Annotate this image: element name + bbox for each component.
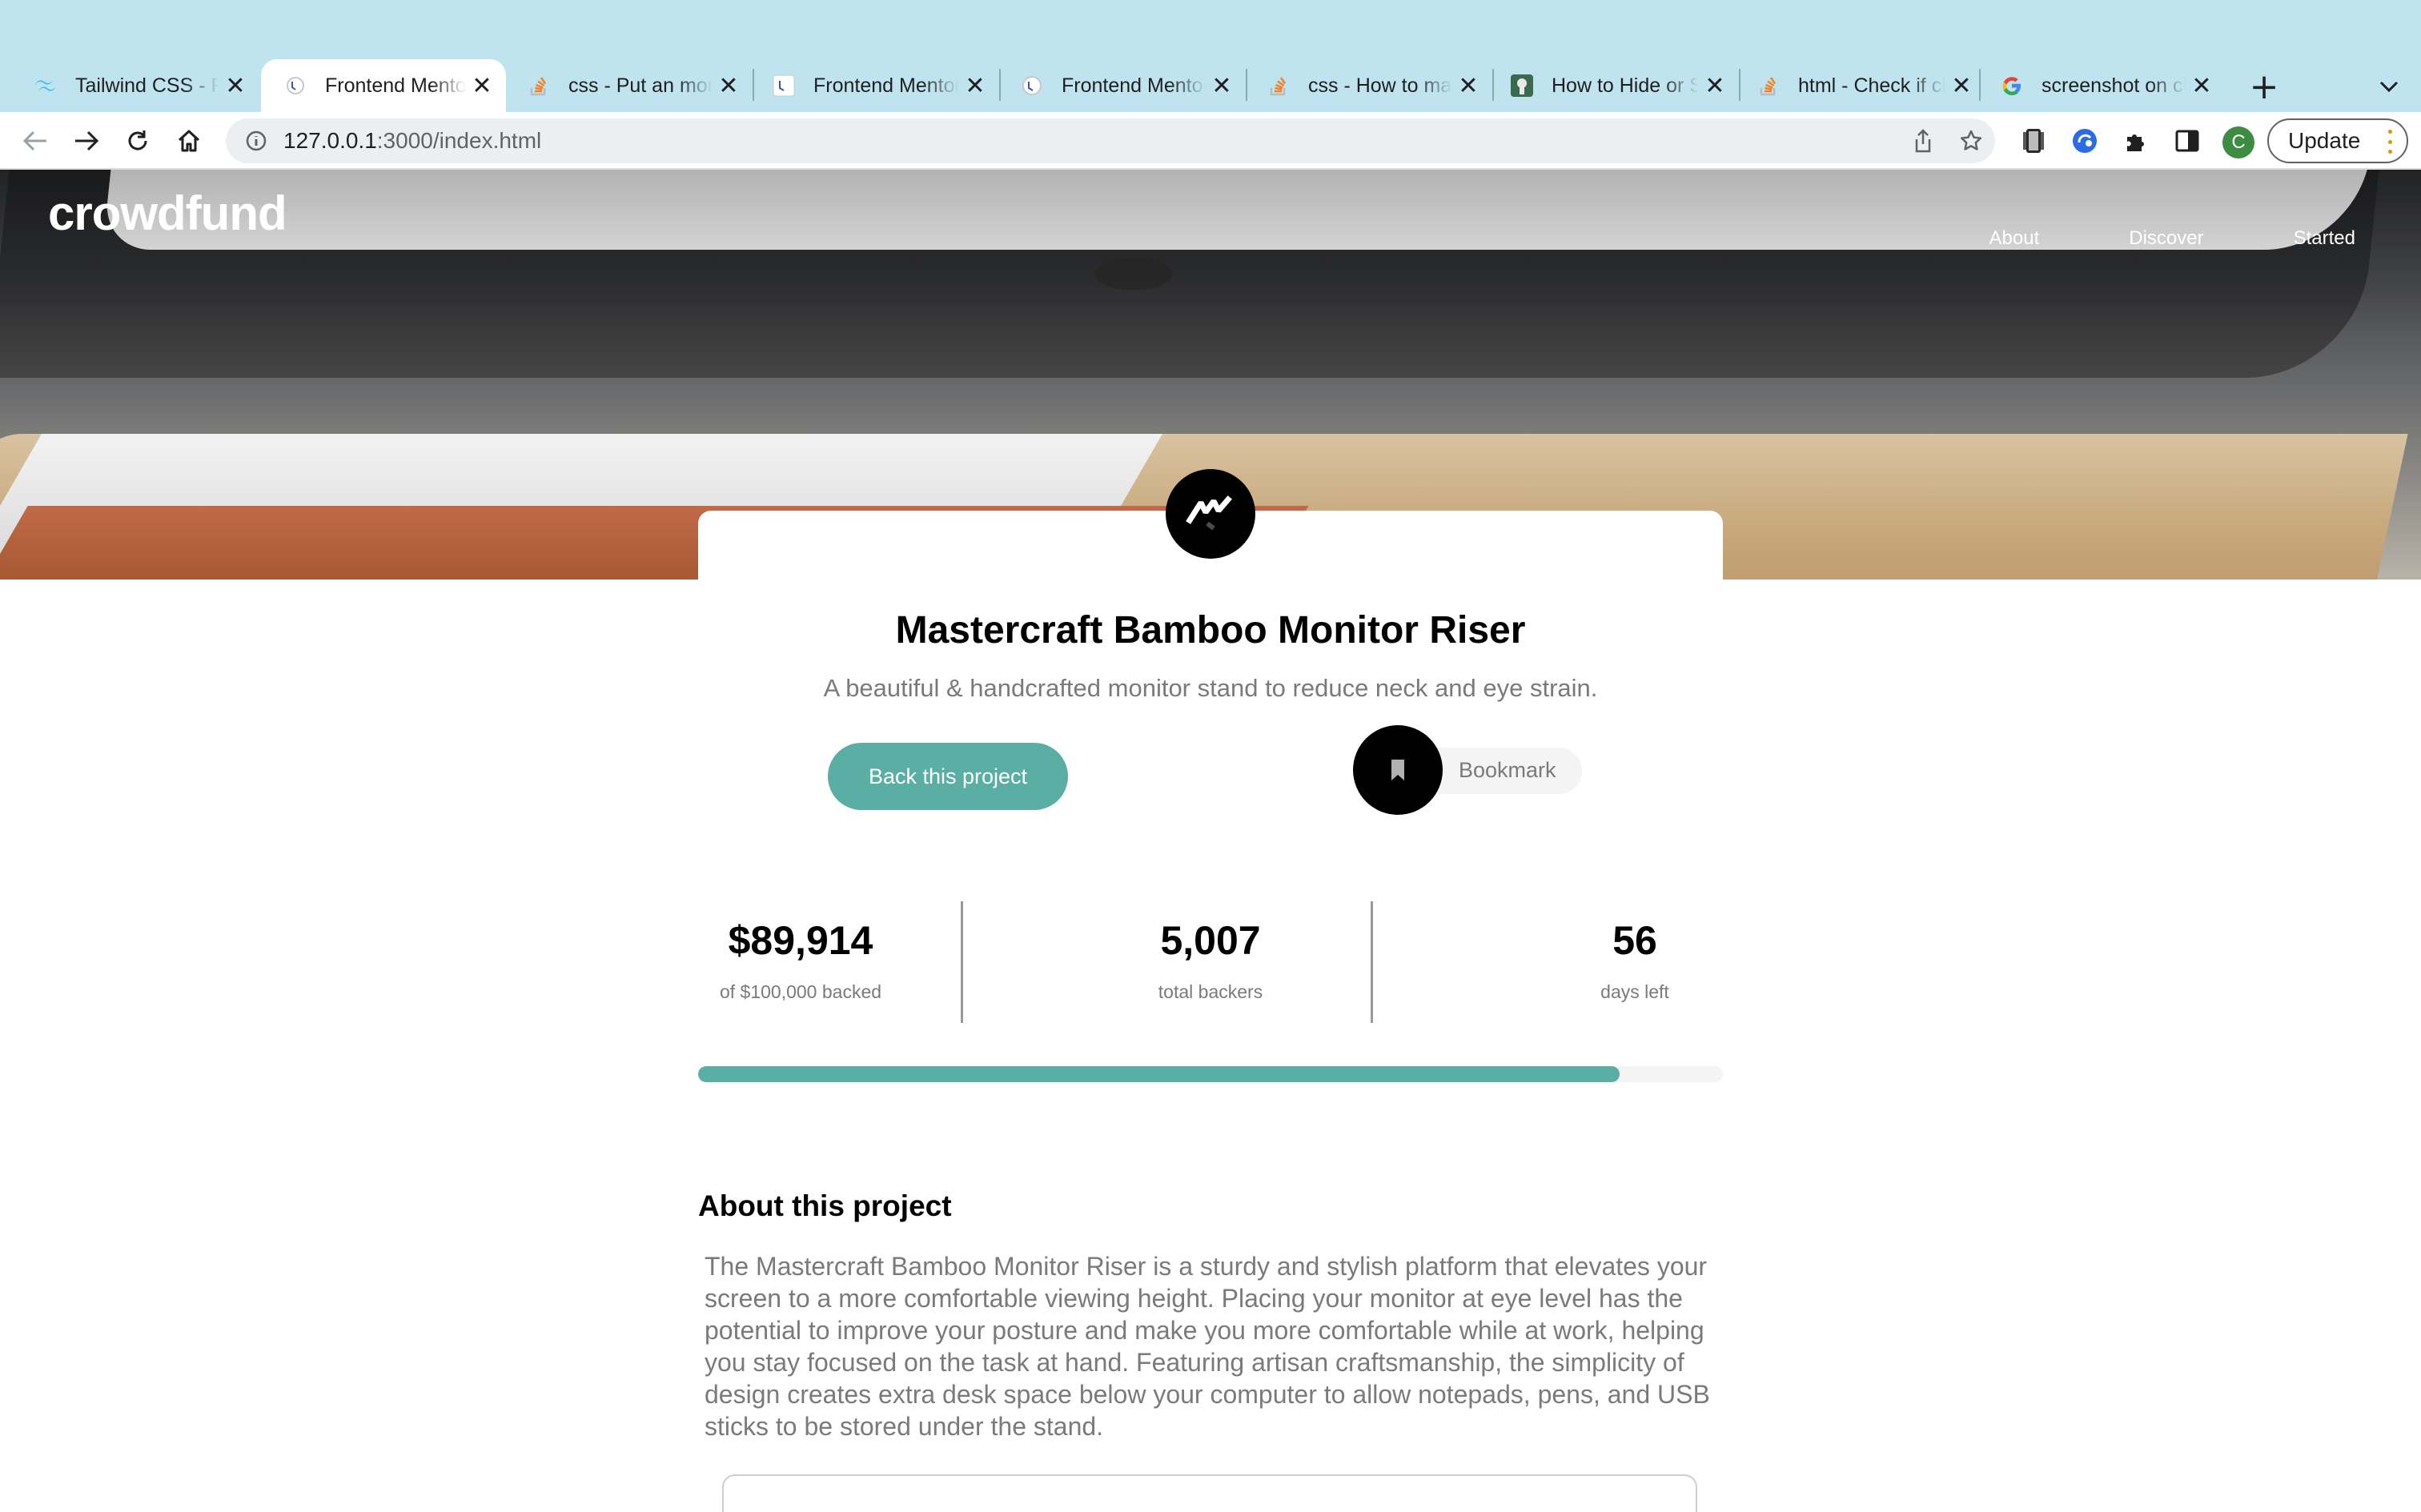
about-title: About this project (698, 1189, 952, 1222)
tab-title: screenshot on chrome (2042, 74, 2186, 97)
stat-divider (961, 901, 963, 1023)
chevron-down-icon[interactable] (2367, 64, 2411, 109)
close-icon[interactable]: ✕ (959, 70, 991, 102)
stat-label: of $100,000 backed (719, 981, 882, 1002)
stat-value: $89,914 (728, 918, 873, 963)
browser-tab[interactable]: css - How to make a div ✕ (1247, 59, 1492, 112)
site-nav: About Discover Started (1900, 227, 2355, 250)
info-icon[interactable] (242, 126, 271, 155)
project-title: Mastercraft Bamboo Monitor Riser (895, 609, 1526, 652)
frontend-mentor-icon (283, 74, 307, 98)
update-button[interactable]: Update (2267, 118, 2408, 163)
url-host: 127.0.0.1 (283, 128, 377, 153)
more-menu-icon[interactable] (2387, 130, 2392, 154)
pledge-card (722, 1474, 1697, 1512)
browser-tab[interactable]: screenshot on chrome ✕ (1981, 59, 2226, 112)
mastercraft-logo-icon (1166, 469, 1255, 559)
home-icon[interactable] (168, 120, 210, 162)
tab-title: Tailwind CSS - Rapidly build modern webs… (75, 74, 219, 97)
stat-divider (1371, 901, 1373, 1023)
star-icon[interactable] (1955, 125, 1987, 157)
puzzle-icon[interactable] (2118, 123, 2154, 158)
project-subtitle: A beautiful & handcrafted monitor stand … (823, 674, 1598, 702)
browser-tab[interactable]: How to Hide or Show Elements ✕ (1494, 59, 1739, 112)
stat-days-left: 56 days left (1555, 901, 1715, 1003)
bookmark-label: Bookmark (1459, 757, 1556, 782)
tab-title: css - Put an monitor image (568, 74, 713, 97)
tab-title: Frontend Mentor | Crowdfunding product p… (325, 74, 466, 97)
stat-value: 56 (1612, 918, 1657, 963)
stat-value: 5,007 (1160, 918, 1261, 963)
stat-backed: $89,914 of $100,000 backed (698, 901, 903, 1003)
tab-title: How to Hide or Show Elements (1552, 74, 1699, 97)
stat-backers: 5,007 total backers (1050, 901, 1371, 1003)
update-label: Update (2288, 128, 2361, 153)
browser-toolbar: 127.0.0.1:3000/index.html C Update (0, 112, 2421, 170)
url-text: 127.0.0.1:3000/index.html (283, 128, 541, 154)
site-logo[interactable]: crowdfund (48, 186, 287, 241)
nav-link-about[interactable]: About (1989, 227, 2040, 250)
tab-title: Frontend Mentor | Solutions (813, 74, 959, 97)
profile-avatar[interactable]: C (2222, 126, 2254, 158)
url-path: :3000/index.html (376, 128, 542, 153)
frontend-mentor-icon (1020, 74, 1044, 98)
tab-title: html - Check if checkbox (1798, 74, 1945, 97)
funding-progress-fill (698, 1066, 1620, 1082)
bookmark-icon (1353, 725, 1443, 815)
close-icon[interactable]: ✕ (1699, 70, 1731, 102)
stat-label: days left (1600, 981, 1669, 1002)
side-panel-icon[interactable] (2170, 123, 2205, 158)
bookmark-button[interactable]: Bookmark (1353, 725, 1582, 815)
extension-icon[interactable] (2067, 123, 2102, 158)
share-icon[interactable] (1907, 125, 1939, 157)
browser-tab[interactable]: html - Check if checkbox ✕ (1740, 59, 1985, 112)
close-icon[interactable]: ✕ (219, 70, 251, 102)
funding-progress-bar (698, 1066, 1723, 1082)
stat-label: total backers (1158, 981, 1263, 1002)
generic-site-icon (1510, 74, 1534, 98)
stackoverflow-icon (1757, 74, 1781, 98)
browser-tab[interactable]: Frontend Mentor | Challenges ✕ (1001, 59, 1246, 112)
nav-link-discover[interactable]: Discover (2129, 227, 2203, 250)
extension-icon[interactable] (2016, 123, 2051, 158)
tab-title: css - How to make a div (1308, 74, 1452, 97)
close-icon[interactable]: ✕ (2186, 70, 2218, 102)
back-project-button[interactable]: Back this project (828, 743, 1068, 810)
tab-strip: Tailwind CSS - Rapidly build modern webs… (0, 0, 2421, 112)
google-icon (2000, 74, 2024, 98)
back-arrow-icon[interactable] (14, 120, 56, 162)
browser-tab[interactable]: css - Put an monitor image ✕ (508, 59, 753, 112)
tailwind-icon (34, 74, 58, 98)
close-icon[interactable]: ✕ (466, 70, 498, 102)
close-icon[interactable]: ✕ (1452, 70, 1484, 102)
about-text: The Mastercraft Bamboo Monitor Riser is … (705, 1252, 1710, 1441)
nav-link-get-started[interactable]: Started (2294, 227, 2355, 250)
close-icon[interactable]: ✕ (1206, 70, 1238, 102)
stackoverflow-icon (1267, 74, 1291, 98)
close-icon[interactable]: ✕ (1945, 70, 1977, 102)
reload-icon[interactable] (117, 120, 159, 162)
browser-tab[interactable]: Frontend Mentor | Solutions ✕ (754, 59, 999, 112)
browser-tab[interactable]: Tailwind CSS - Rapidly build modern webs… (6, 59, 259, 112)
forward-arrow-icon[interactable] (66, 120, 107, 162)
browser-tab-active[interactable]: Frontend Mentor | Crowdfunding product p… (261, 59, 506, 112)
stackoverflow-icon (527, 74, 551, 98)
frontend-mentor-icon (772, 74, 796, 98)
tab-title: Frontend Mentor | Challenges (1062, 74, 1206, 97)
close-icon[interactable]: ✕ (713, 70, 745, 102)
new-tab-button[interactable]: + (2242, 64, 2286, 109)
stats-row: $89,914 of $100,000 backed 5,007 total b… (698, 901, 1723, 1023)
address-bar[interactable]: 127.0.0.1:3000/index.html (226, 118, 1995, 163)
